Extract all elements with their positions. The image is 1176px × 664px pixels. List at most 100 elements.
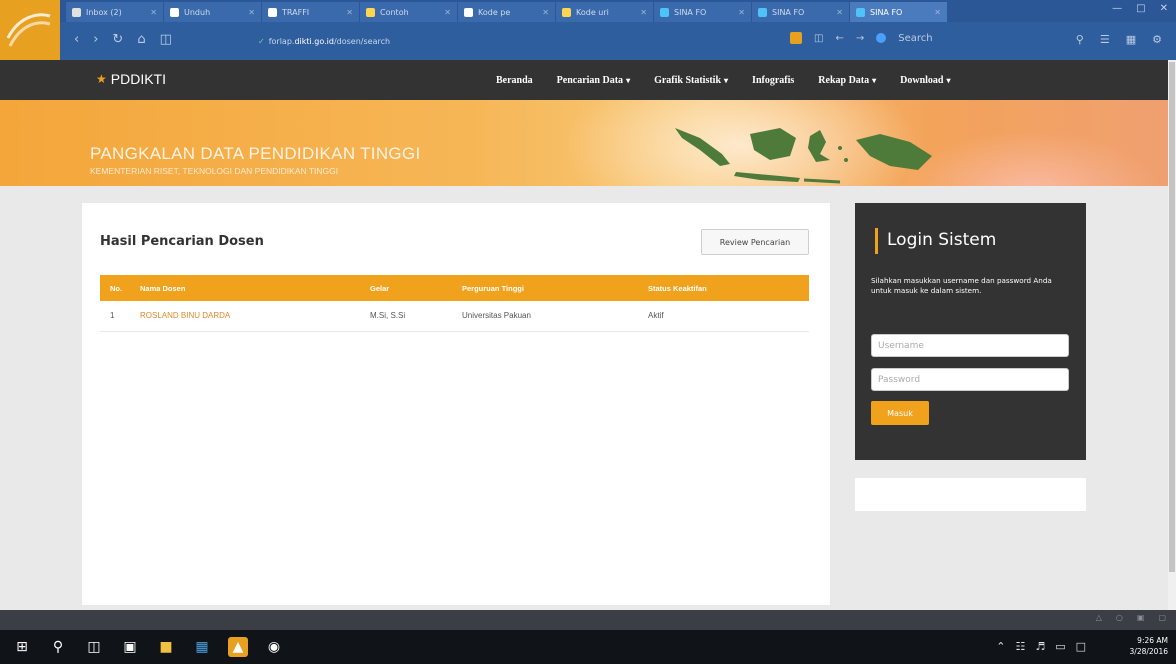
task-view-icon[interactable]: ◫ (84, 637, 104, 657)
cell-status: Aktif (638, 301, 809, 332)
login-panel: Login Sistem Silahkan masukkan username … (855, 203, 1086, 460)
nav-item-rekap-data[interactable]: Rekap Data ▾ (806, 75, 888, 86)
chevron-down-icon: ▾ (724, 75, 729, 85)
status-icon-4[interactable]: ▢ (1158, 613, 1166, 622)
tab-favicon-icon (366, 7, 375, 17)
tab-label: TRAFFI (282, 7, 310, 17)
sidebar-empty-box (855, 478, 1086, 511)
file-explorer-icon[interactable]: ■ (156, 637, 176, 657)
browser-tab[interactable]: Kode pe ✕ (458, 2, 556, 22)
address-actions: ◫ ← → Search (790, 32, 933, 44)
browser-status-bar: △ ○ ▣ ▢ (0, 610, 1176, 630)
tray-arrow-icon[interactable]: ⌃ (996, 640, 1005, 653)
review-search-button[interactable]: Review Pencarian (701, 229, 809, 255)
network-icon[interactable]: ☷ (1015, 640, 1025, 653)
tab-close-icon[interactable]: ✕ (542, 8, 549, 17)
nav-item-infografis[interactable]: Infografis (740, 75, 806, 86)
cell-gelar: M.Si, S.Si (360, 301, 452, 332)
tab-label: Unduh (184, 7, 211, 17)
settings-icon[interactable]: ⚙ (1152, 33, 1162, 46)
tab-close-icon[interactable]: ✕ (150, 8, 157, 17)
login-accent-bar (875, 228, 878, 254)
store-icon[interactable]: ▣ (120, 637, 140, 657)
volume-icon[interactable]: ♬ (1035, 640, 1045, 653)
tab-label: Inbox (2) (86, 7, 122, 17)
browser-tab[interactable]: Kode uri ✕ (556, 2, 654, 22)
url-field[interactable]: ✓ forlap. dikti.go.id/dosen/search (258, 33, 778, 49)
browser-tab[interactable]: SINA FO ✕ (654, 2, 752, 22)
search-box[interactable]: Search (898, 33, 932, 44)
notification-icon[interactable]: □ (1076, 640, 1086, 653)
tab-close-icon[interactable]: ✕ (640, 8, 647, 17)
forward-icon[interactable]: › (93, 32, 98, 47)
os-taskbar: ⊞ ⚲ ◫ ▣ ■ ▦ ▲ ◉ ⌃ ☷ ♬ ▭ □ 9:26 AM 3/28/2… (0, 630, 1176, 664)
reading-view-icon[interactable]: ◫ (814, 33, 823, 44)
back-icon[interactable]: ‹ (74, 32, 79, 47)
banner-subtitle: KEMENTERIAN RISET, TEKNOLOGI DAN PENDIDI… (90, 166, 339, 176)
address-bar: ‹ › ↻ ⌂ ◫ ✓ forlap. dikti.go.id/dosen/sea… (0, 22, 1176, 60)
profile-icon[interactable] (876, 33, 887, 43)
username-input[interactable]: Username (871, 334, 1069, 357)
start-icon[interactable]: ⊞ (12, 637, 32, 657)
desktop-app-icon[interactable]: ▦ (192, 637, 212, 657)
browser-taskbar-icon[interactable]: ▲ (228, 637, 248, 657)
col-header-pt: Perguruan Tinggi (452, 275, 638, 301)
maximize-icon[interactable]: □ (1136, 3, 1145, 14)
scrollbar-thumb[interactable] (1169, 62, 1175, 572)
browser-tab[interactable]: SINA FO ✕ (850, 2, 948, 22)
status-icon-2[interactable]: ○ (1116, 613, 1123, 622)
sidebar-icon[interactable]: ▦ (1126, 33, 1136, 46)
tab-close-icon[interactable]: ✕ (738, 8, 745, 17)
browser-tab[interactable]: SINA FO ✕ (752, 2, 850, 22)
search-taskbar-icon[interactable]: ⚲ (48, 637, 68, 657)
home-icon[interactable]: ⌂ (137, 32, 145, 47)
browser-tab[interactable]: Inbox (2) ✕ (66, 2, 164, 22)
tab-close-icon[interactable]: ✕ (346, 8, 353, 17)
site-navbar: ★ PDDIKTI Beranda Pencarian Data ▾ Grafik S… (0, 60, 1168, 100)
page-scrollbar[interactable] (1168, 60, 1176, 610)
clock-time: 9:26 AM (1137, 636, 1168, 645)
brand-logo[interactable]: ★ PDDIKTI (96, 71, 166, 87)
results-table: No. Nama Dosen Gelar Perguruan Tinggi St… (100, 275, 809, 332)
nav-item-pencarian-data[interactable]: Pencarian Data ▾ (545, 75, 642, 86)
nav-item-download[interactable]: Download ▾ (888, 75, 962, 86)
site-banner: PANGKALAN DATA PENDIDIKAN TINGGI KEMENTE… (0, 100, 1168, 186)
menu-icon[interactable]: ☰ (1100, 33, 1110, 46)
nav-buttons: ‹ › ↻ ⌂ ◫ (74, 32, 172, 47)
battery-icon[interactable]: ▭ (1055, 640, 1065, 653)
url-path: /dosen/search (333, 36, 391, 46)
browser-tab[interactable]: Contoh ✕ (360, 2, 458, 22)
tab-favicon-icon (562, 7, 571, 17)
login-button[interactable]: Masuk (871, 401, 929, 425)
chevron-down-icon: ▾ (626, 75, 631, 85)
forward-small-icon[interactable]: → (856, 33, 864, 44)
status-icon-1[interactable]: △ (1096, 613, 1102, 622)
reload-icon[interactable]: ↻ (112, 32, 123, 47)
col-header-no: No. (100, 275, 130, 301)
tab-close-icon[interactable]: ✕ (248, 8, 255, 17)
nav-item-grafik-statistik[interactable]: Grafik Statistik ▾ (642, 75, 740, 86)
close-icon[interactable]: ✕ (1160, 3, 1168, 14)
tab-label: SINA FO (870, 7, 903, 17)
browser-tab[interactable]: Unduh ✕ (164, 2, 262, 22)
tab-close-icon[interactable]: ✕ (836, 8, 843, 17)
extension-icon[interactable] (790, 32, 802, 44)
tabs-icon[interactable]: ◫ (160, 32, 172, 47)
dosen-name-link[interactable]: ROSLAND BINU DARDA (130, 301, 360, 332)
brand-text: PDDIKTI (110, 71, 166, 87)
toolbar-right: ⚲ ☰ ▦ ⚙ (1076, 33, 1162, 46)
tab-favicon-icon (170, 7, 179, 17)
tab-close-icon[interactable]: ✕ (444, 8, 451, 17)
browser-tab[interactable]: TRAFFI ✕ (262, 2, 360, 22)
media-player-icon[interactable]: ◉ (264, 637, 284, 657)
nav-item-beranda[interactable]: Beranda (484, 75, 545, 86)
password-input[interactable]: Password (871, 368, 1069, 391)
search-icon[interactable]: ⚲ (1076, 33, 1084, 46)
tab-favicon-icon (72, 7, 81, 17)
back-small-icon[interactable]: ← (835, 33, 843, 44)
taskbar-clock[interactable]: 9:26 AM 3/28/2016 (1130, 635, 1168, 657)
tab-close-icon[interactable]: ✕ (934, 8, 941, 17)
minimize-icon[interactable]: — (1112, 3, 1122, 14)
status-icon-3[interactable]: ▣ (1137, 613, 1145, 622)
table-row: 1 ROSLAND BINU DARDA M.Si, S.Si Universi… (100, 301, 809, 332)
